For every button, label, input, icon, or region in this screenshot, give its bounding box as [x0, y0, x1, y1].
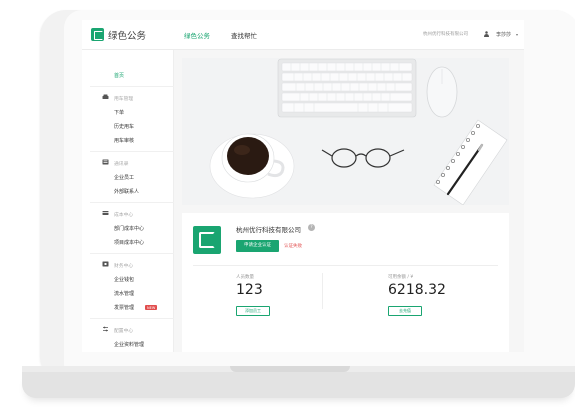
sidebar-group-contacts[interactable]: 通讯录	[114, 160, 128, 167]
user-menu[interactable]: 李莎莎	[496, 31, 511, 38]
staff-count-value: 123	[236, 282, 263, 298]
contacts-icon	[102, 159, 109, 165]
settings-icon	[103, 326, 108, 332]
sidebar-divider	[90, 253, 174, 254]
sidebar-item-wallet[interactable]: 企业钱包	[114, 276, 134, 283]
coffee-cup-illustration	[209, 133, 295, 199]
sidebar-item-employees[interactable]: 企业员工	[114, 174, 134, 181]
help-icon[interactable]: ?	[308, 224, 315, 231]
card-divider	[193, 265, 498, 266]
cost-center-icon	[102, 211, 109, 215]
balance-label: 可用余额 / ¥	[388, 275, 414, 280]
user-icon	[484, 31, 489, 37]
sidebar-item-project-cost[interactable]: 项目成本中心	[114, 239, 144, 246]
recharge-button[interactable]: 去充值	[388, 306, 422, 316]
sidebar-item-dept-cost[interactable]: 部门成本中心	[114, 225, 144, 232]
tab-green-official[interactable]: 绿色公务	[184, 30, 210, 40]
app-logo-icon[interactable]	[91, 28, 104, 41]
company-name: 杭州优行科技有限公司	[236, 226, 301, 234]
sidebar-group-config[interactable]: 配置中心	[114, 327, 133, 334]
company-logo	[193, 226, 221, 254]
sidebar-item-order[interactable]: 下单	[114, 109, 124, 116]
sidebar-divider	[90, 318, 174, 319]
hero-banner-image	[182, 58, 509, 205]
staff-count-label: 人员数量	[236, 275, 254, 280]
car-icon	[102, 94, 109, 99]
sidebar-item-review[interactable]: 用车审核	[114, 137, 134, 144]
sidebar-group-vehicle[interactable]: 用车管理	[114, 95, 133, 102]
new-badge: NEW	[145, 305, 158, 310]
sidebar-item-company-profile[interactable]: 企业资料管理	[114, 341, 144, 348]
certification-status[interactable]: 认证失败	[284, 243, 302, 249]
sidebar-divider	[90, 86, 174, 87]
chevron-down-icon[interactable]: ▾	[516, 32, 518, 37]
header-company-name: 杭州优行科技有限公司	[423, 32, 468, 37]
sidebar-divider	[90, 202, 174, 203]
sidebar-item-history[interactable]: 历史用车	[114, 123, 134, 130]
sidebar: 首页 用车管理 下单 历史用车 用车审核 通讯录 企业员工 外部联系人 成本中心…	[82, 50, 174, 352]
stats-divider	[322, 273, 323, 309]
sidebar-divider	[90, 151, 174, 152]
sidebar-group-cost[interactable]: 成本中心	[114, 211, 133, 218]
app-screen: 绿色公务 绿色公务 查找帮忙 杭州优行科技有限公司 李莎莎 ▾ 首页 用车管理 …	[82, 20, 524, 352]
apply-certification-button[interactable]: 申请企业认证	[236, 240, 279, 252]
balance-value: 6218.32	[388, 282, 446, 298]
tab-find-help[interactable]: 查找帮忙	[231, 30, 257, 40]
company-logo-icon	[199, 232, 215, 248]
company-info-card: 杭州优行科技有限公司 ? 申请企业认证 认证失败 人员数量 123 添加员工 可…	[182, 213, 509, 352]
desk-photo	[182, 58, 509, 205]
sidebar-item-invoices[interactable]: 发票管理	[114, 304, 134, 311]
sidebar-item-external[interactable]: 外部联系人	[114, 188, 139, 195]
laptop-base	[22, 372, 575, 398]
sidebar-item-transactions[interactable]: 流水管理	[114, 290, 134, 297]
laptop-notch	[230, 366, 350, 372]
main-content: 杭州优行科技有限公司 ? 申请企业认证 认证失败 人员数量 123 添加员工 可…	[174, 50, 524, 352]
add-staff-button[interactable]: 添加员工	[236, 306, 270, 316]
finance-icon	[102, 261, 109, 267]
top-navbar: 绿色公务 绿色公务 查找帮忙 杭州优行科技有限公司 李莎莎 ▾	[82, 20, 524, 50]
app-title: 绿色公务	[108, 31, 147, 42]
keyboard-illustration	[277, 58, 417, 118]
sidebar-group-finance[interactable]: 财务中心	[114, 262, 133, 269]
sidebar-item-home[interactable]: 首页	[114, 72, 124, 79]
